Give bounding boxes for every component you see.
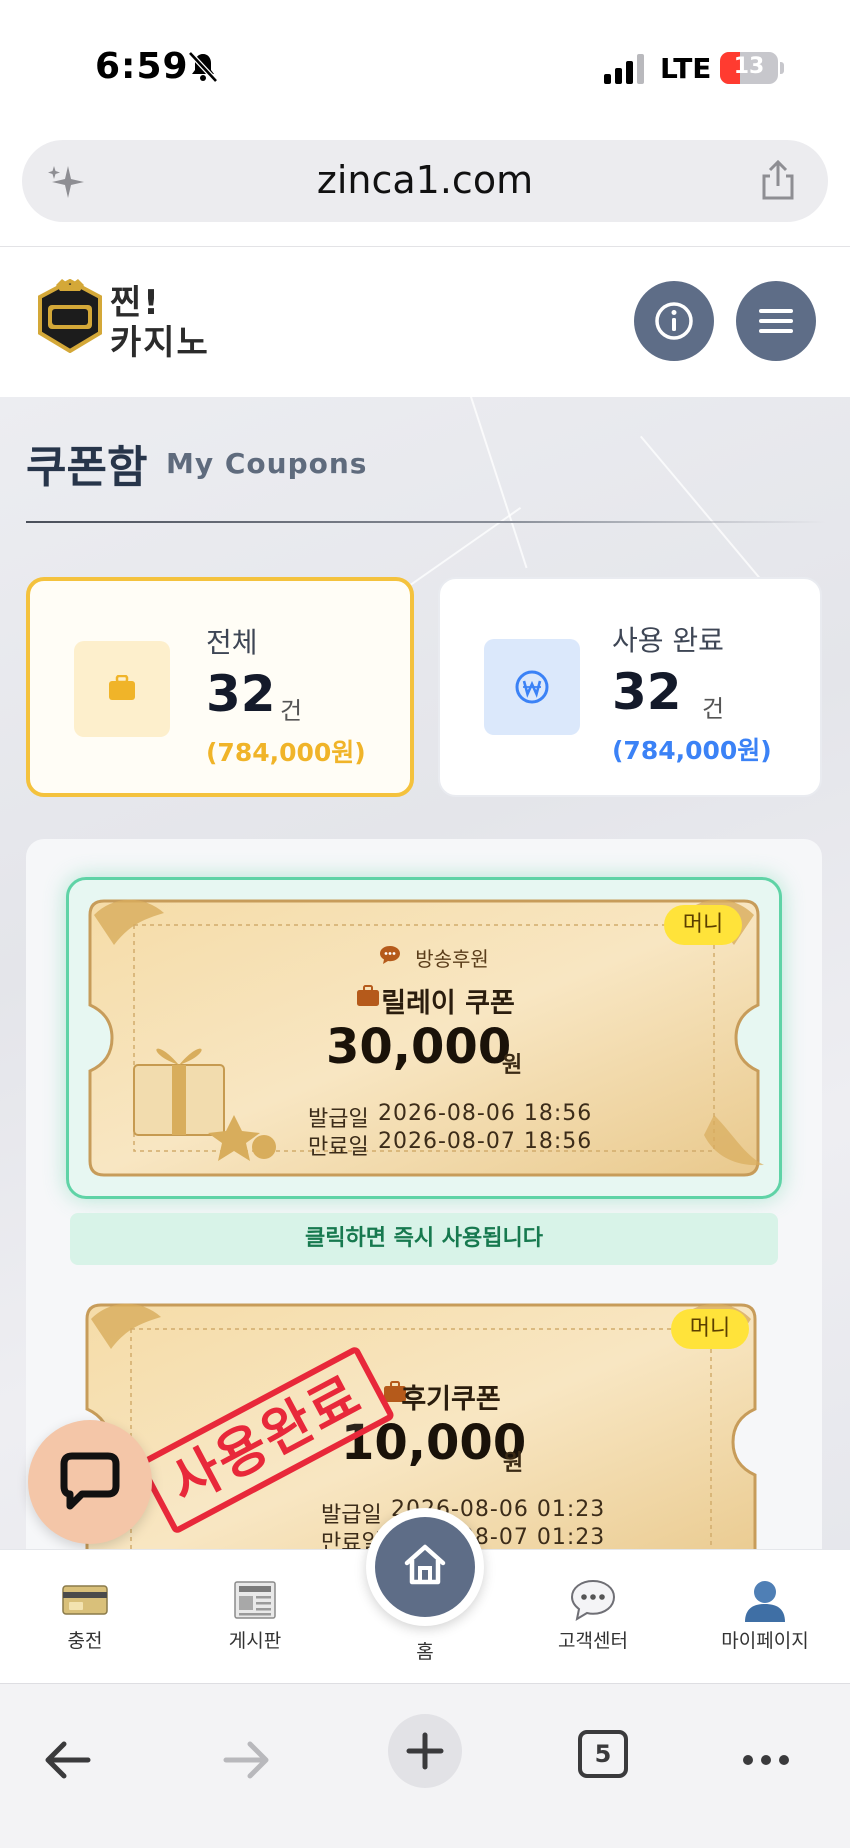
coupon-type-badge: 머니 bbox=[671, 1309, 749, 1349]
speech-bubble-icon bbox=[570, 1579, 616, 1622]
battery-tip bbox=[780, 62, 784, 74]
cell-signal-icon bbox=[604, 54, 644, 84]
summary-count: 32 bbox=[206, 665, 276, 723]
address-bar[interactable]: zinca1.com bbox=[22, 140, 828, 222]
expires-date: 2026-08-07 18:56 bbox=[378, 1129, 593, 1154]
summary-icon-box bbox=[74, 641, 170, 737]
info-icon bbox=[655, 302, 693, 340]
nav-item-home[interactable] bbox=[366, 1508, 484, 1626]
page-subtitle: My Coupons bbox=[166, 447, 368, 480]
coupon-amount: 30,000 bbox=[326, 1019, 512, 1075]
marble-vein bbox=[470, 397, 528, 569]
battery-percent: 13 bbox=[733, 54, 765, 79]
summary-label: 사용 완료 bbox=[612, 624, 724, 657]
nav-label-home: 홈 bbox=[416, 1641, 434, 1663]
url-text[interactable]: zinca1.com bbox=[22, 158, 828, 202]
share-icon[interactable] bbox=[758, 158, 798, 202]
casino-badge-icon bbox=[38, 279, 102, 353]
main-content[interactable]: 쿠폰함 My Coupons 전체 32 건 (784,000원) 사용 완료 … bbox=[0, 397, 850, 1549]
home-button[interactable] bbox=[375, 1517, 475, 1617]
issued-date: 2026-08-06 18:56 bbox=[378, 1101, 593, 1126]
menu-button[interactable] bbox=[736, 281, 816, 361]
info-button[interactable] bbox=[634, 281, 714, 361]
summary-amount: (784,000원) bbox=[612, 736, 772, 765]
title-divider bbox=[26, 521, 826, 523]
summary-card-all[interactable]: 전체 32 건 (784,000원) bbox=[26, 577, 414, 797]
forward-arrow-icon[interactable] bbox=[216, 1730, 276, 1790]
more-options-icon[interactable] bbox=[736, 1730, 796, 1790]
coupon-currency: 원 bbox=[503, 1451, 524, 1476]
battery-indicator: 13 bbox=[720, 52, 778, 84]
nav-item-board[interactable]: 게시판 bbox=[180, 1550, 330, 1684]
coupon-ticket[interactable]: 머니 방송후원 릴레이 쿠폰 30,000 원 발급일 2026-08-06 1… bbox=[74, 885, 774, 1191]
use-coupon-hint[interactable]: 클릭하면 즉시 사용됩니다 bbox=[70, 1213, 778, 1265]
logo-text-bottom: 카지노 bbox=[110, 323, 210, 363]
coupon-source: 방송후원 bbox=[415, 947, 489, 971]
site-header: 찐! 카지노 bbox=[0, 247, 850, 397]
marble-vein bbox=[640, 435, 771, 591]
chat-icon bbox=[60, 1452, 120, 1510]
network-type: LTE bbox=[660, 52, 712, 85]
browser-toolbar: 5 bbox=[0, 1683, 850, 1848]
summary-icon-box bbox=[484, 639, 580, 735]
summary-unit: 건 bbox=[702, 695, 725, 723]
newspaper-icon bbox=[234, 1581, 276, 1619]
page-title: 쿠폰함 bbox=[26, 442, 148, 493]
nav-label: 고객센터 bbox=[558, 1630, 628, 1652]
plus-icon bbox=[406, 1732, 444, 1770]
won-coin-icon bbox=[515, 670, 549, 704]
expires-label: 만료일 bbox=[308, 1135, 369, 1160]
summary-label: 전체 bbox=[206, 626, 258, 659]
summary-amount: (784,000원) bbox=[206, 738, 366, 767]
user-icon bbox=[745, 1581, 785, 1622]
coupon-list[interactable]: 머니 방송후원 릴레이 쿠폰 30,000 원 발급일 2026-08-06 1… bbox=[26, 839, 822, 1549]
nav-label: 충전 bbox=[67, 1630, 103, 1652]
bell-off-icon bbox=[188, 51, 218, 83]
new-tab-button[interactable] bbox=[388, 1714, 462, 1788]
nav-label: 마이페이지 bbox=[721, 1630, 809, 1652]
live-chat-button[interactable] bbox=[28, 1420, 152, 1544]
coupon-content: 머니 방송후원 릴레이 쿠폰 30,000 원 발급일 2026-08-06 1… bbox=[74, 885, 774, 1191]
status-time: 6:59 bbox=[95, 46, 189, 87]
coupon-name: 릴레이 쿠폰 bbox=[381, 988, 515, 1019]
summary-count: 32 bbox=[612, 663, 682, 721]
home-icon bbox=[404, 1544, 446, 1585]
back-arrow-icon[interactable] bbox=[38, 1730, 98, 1790]
briefcase-icon bbox=[109, 675, 135, 700]
page: 6:59 LTE 13 zinca1.com 찐! 카지노 쿠폰함 My Cou… bbox=[0, 0, 850, 1848]
hamburger-menu-icon bbox=[759, 309, 793, 333]
nav-item-support[interactable]: 고객센터 bbox=[518, 1550, 668, 1684]
coupon-card-relay[interactable]: 머니 방송후원 릴레이 쿠폰 30,000 원 발급일 2026-08-06 1… bbox=[66, 877, 782, 1199]
summary-unit: 건 bbox=[280, 697, 303, 725]
coupon-currency: 원 bbox=[502, 1053, 523, 1078]
tabs-button[interactable]: 5 bbox=[578, 1730, 628, 1778]
nav-item-charge[interactable]: 충전 bbox=[10, 1550, 160, 1684]
credit-card-icon bbox=[62, 1585, 108, 1615]
status-bar: 6:59 LTE 13 bbox=[0, 0, 850, 130]
coupon-name: 후기쿠폰 bbox=[401, 1384, 501, 1415]
site-logo[interactable]: 찐! 카지노 bbox=[34, 275, 214, 363]
nav-label: 게시판 bbox=[228, 1630, 282, 1652]
nav-item-mypage[interactable]: 마이페이지 bbox=[690, 1550, 840, 1684]
coupon-type-badge: 머니 bbox=[664, 905, 742, 945]
summary-card-used[interactable]: 사용 완료 32 건 (784,000원) bbox=[438, 577, 822, 797]
